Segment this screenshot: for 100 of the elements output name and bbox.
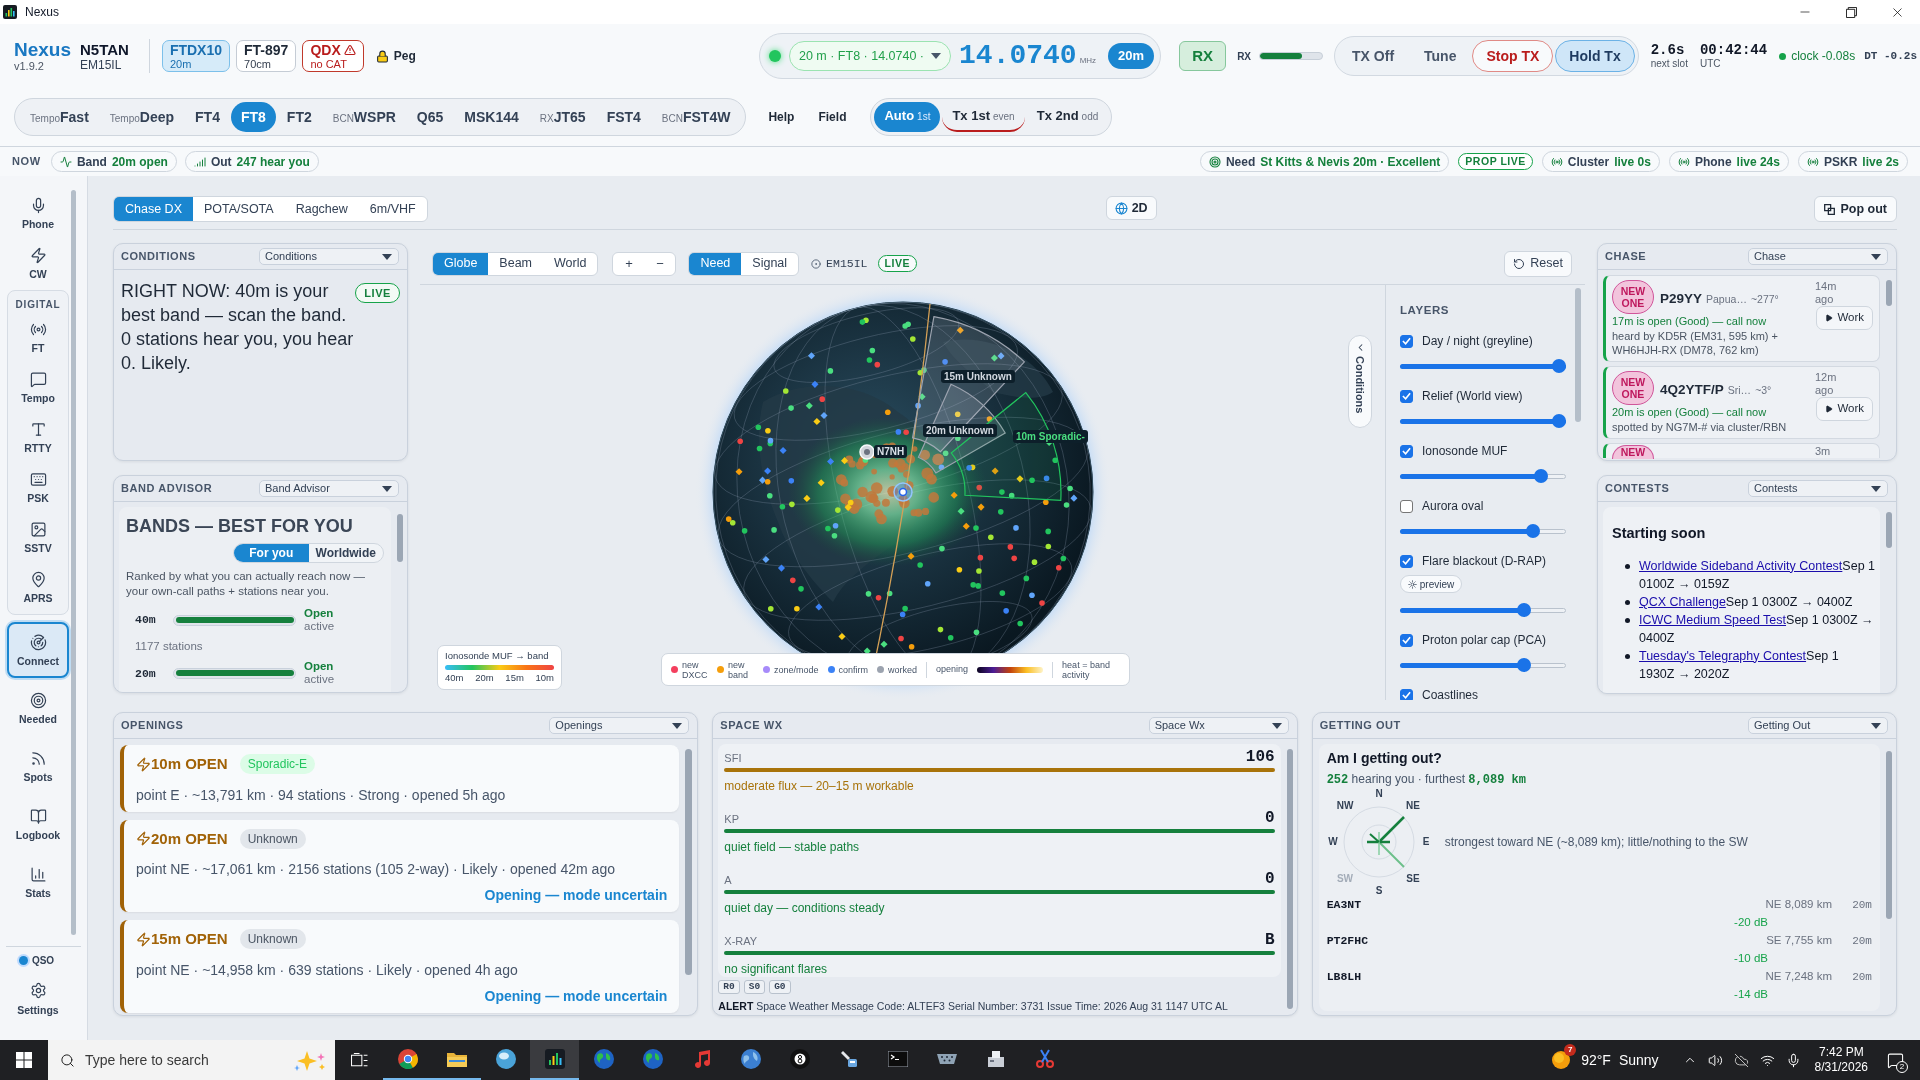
sidebar-item[interactable]: Spots (7, 737, 69, 795)
slider-thumb[interactable] (1517, 658, 1532, 672)
sidebar-item[interactable]: Tempo (7, 362, 69, 412)
tx-button[interactable]: TX Off (1338, 40, 1409, 72)
reset-button[interactable]: Reset (1504, 250, 1572, 277)
sidebar-item[interactable]: Connect (7, 622, 69, 678)
scrollbar-thumb[interactable] (1886, 280, 1892, 306)
work-button[interactable]: Work (1816, 306, 1873, 330)
radio-chip[interactable]: QDX no CAT (302, 40, 364, 72)
scrollbar-thumb[interactable] (1575, 288, 1581, 422)
radio-chip[interactable]: FT-897 70cm (236, 40, 297, 72)
panel-select[interactable]: Openings (549, 717, 690, 734)
workspace-tab[interactable]: Ragchew (284, 197, 359, 221)
scope-tab[interactable]: Worldwide (308, 544, 383, 562)
mode-tab[interactable]: TempoFast (20, 102, 99, 132)
slot-tab[interactable]: Tx 2nd odd (1026, 102, 1109, 132)
slider-thumb[interactable] (1517, 603, 1532, 617)
zoom-button[interactable]: + (613, 252, 645, 275)
filter-tab[interactable]: Signal (741, 252, 799, 275)
tx-button[interactable]: Hold Tx (1555, 40, 1635, 72)
view-toggle-button[interactable]: 2D (1105, 196, 1157, 220)
slider-track[interactable] (1400, 524, 1566, 538)
slider-thumb[interactable] (1533, 469, 1548, 483)
sidebar-item[interactable]: Phone (7, 188, 69, 238)
sidebar-item[interactable]: Stats (7, 853, 69, 911)
panel-select[interactable]: Contests (1748, 480, 1888, 497)
sidebar-item[interactable]: SSTV (7, 512, 69, 562)
workspace-tab[interactable]: POTA/SOTA (193, 197, 285, 221)
sidebar-item[interactable]: Logbook (7, 795, 69, 853)
side-panel-tab[interactable]: Conditions (1348, 335, 1372, 428)
view-tab[interactable]: World (543, 252, 598, 275)
checkbox[interactable] (1400, 633, 1413, 647)
slider-track[interactable] (1400, 359, 1566, 373)
radio-chip[interactable]: FTDX10 20m (161, 40, 230, 72)
nav-link[interactable]: Field (818, 108, 847, 126)
panel-select[interactable]: Band Advisor (259, 480, 399, 497)
work-button[interactable]: Work (1816, 397, 1873, 421)
slider-track[interactable] (1400, 414, 1566, 428)
slider-track[interactable] (1400, 658, 1566, 672)
mode-tab[interactable]: Q65 (406, 102, 454, 132)
contest-link[interactable]: QCX Challenge (1639, 594, 1726, 609)
sidebar-item[interactable]: PSK (7, 462, 69, 512)
scrollbar-thumb[interactable] (1286, 749, 1293, 1009)
slot-tab[interactable]: Auto 1st (874, 102, 941, 132)
panel-select[interactable]: Chase (1748, 248, 1888, 265)
tx-button[interactable]: Stop TX (1472, 40, 1554, 72)
checkbox[interactable] (1400, 334, 1413, 348)
qso-toggle[interactable]: QSO (0, 953, 87, 968)
slider-thumb[interactable] (1552, 359, 1566, 373)
search-field[interactable]: Type here to search (48, 1040, 335, 1080)
mode-tab[interactable]: TempoDeep (99, 102, 185, 132)
sidebar-item[interactable]: Needed (7, 679, 69, 737)
checkbox[interactable] (1400, 389, 1413, 403)
mode-tab[interactable]: FT2 (276, 102, 322, 132)
slider-track[interactable] (1400, 469, 1566, 483)
search-input[interactable]: Type here to search (85, 1049, 275, 1071)
contest-link[interactable]: ICWC Medium Speed Test (1639, 612, 1787, 627)
mode-tab[interactable]: BCNFST4W (651, 102, 741, 132)
scrollbar-thumb[interactable] (685, 749, 693, 975)
tx-button[interactable]: Tune (1410, 40, 1471, 72)
scrollbar-thumb[interactable] (1886, 512, 1892, 548)
mode-tab[interactable]: MSK144 (454, 102, 529, 132)
mode-tab[interactable]: FST4 (596, 102, 651, 132)
nav-link[interactable]: Help (768, 108, 795, 126)
slot-tab[interactable]: Tx 1st even (942, 102, 1025, 132)
panel-select[interactable]: Space Wx (1148, 717, 1289, 734)
settings-button[interactable]: Settings (0, 982, 76, 1019)
view-tab[interactable]: Beam (488, 252, 543, 275)
mode-tab[interactable]: FT8 (230, 102, 276, 132)
sidebar-item[interactable]: APRS (7, 562, 69, 612)
checkbox[interactable] (1400, 444, 1413, 458)
mode-tab[interactable]: RXJT65 (529, 102, 596, 132)
workspace-tab[interactable]: Chase DX (114, 197, 193, 221)
panel-select[interactable]: Getting Out (1748, 717, 1888, 734)
notifications-button[interactable]: 2 (1882, 1047, 1908, 1073)
mode-tab[interactable]: FT4 (185, 102, 230, 132)
scope-tab[interactable]: For you (234, 544, 309, 562)
slider-thumb[interactable] (1526, 524, 1541, 538)
slider-track[interactable] (1400, 603, 1566, 617)
sidebar-item[interactable]: FT (7, 312, 69, 362)
workspace-tab[interactable]: 6m/VHF (358, 197, 427, 221)
checkbox[interactable] (1400, 554, 1413, 568)
sidebar-item[interactable]: CW (7, 238, 69, 288)
mode-tab[interactable]: BCNWSPR (322, 102, 406, 132)
scrollbar-thumb[interactable] (1886, 751, 1892, 919)
checkbox[interactable] (1400, 499, 1413, 513)
sidebar-item[interactable]: RTTY (7, 412, 69, 462)
view-tab[interactable]: Globe (433, 252, 489, 275)
checkbox[interactable] (1400, 688, 1413, 700)
scrollbar-thumb[interactable] (397, 514, 403, 562)
contest-link[interactable]: Worldwide Sideband Activity Contest (1639, 558, 1843, 573)
scrollbar-thumb[interactable] (71, 190, 76, 935)
panel-select[interactable]: Conditions (259, 248, 399, 265)
rx-button[interactable]: RX (1179, 41, 1227, 71)
pop-out-button[interactable]: Pop out (1814, 196, 1897, 222)
slider-thumb[interactable] (1552, 414, 1566, 428)
taskbar-app[interactable] (530, 1040, 579, 1080)
filter-tab[interactable]: Need (689, 252, 742, 275)
zoom-button[interactable]: − (644, 252, 676, 275)
contest-link[interactable]: Tuesday's Telegraphy Contest (1639, 648, 1807, 663)
